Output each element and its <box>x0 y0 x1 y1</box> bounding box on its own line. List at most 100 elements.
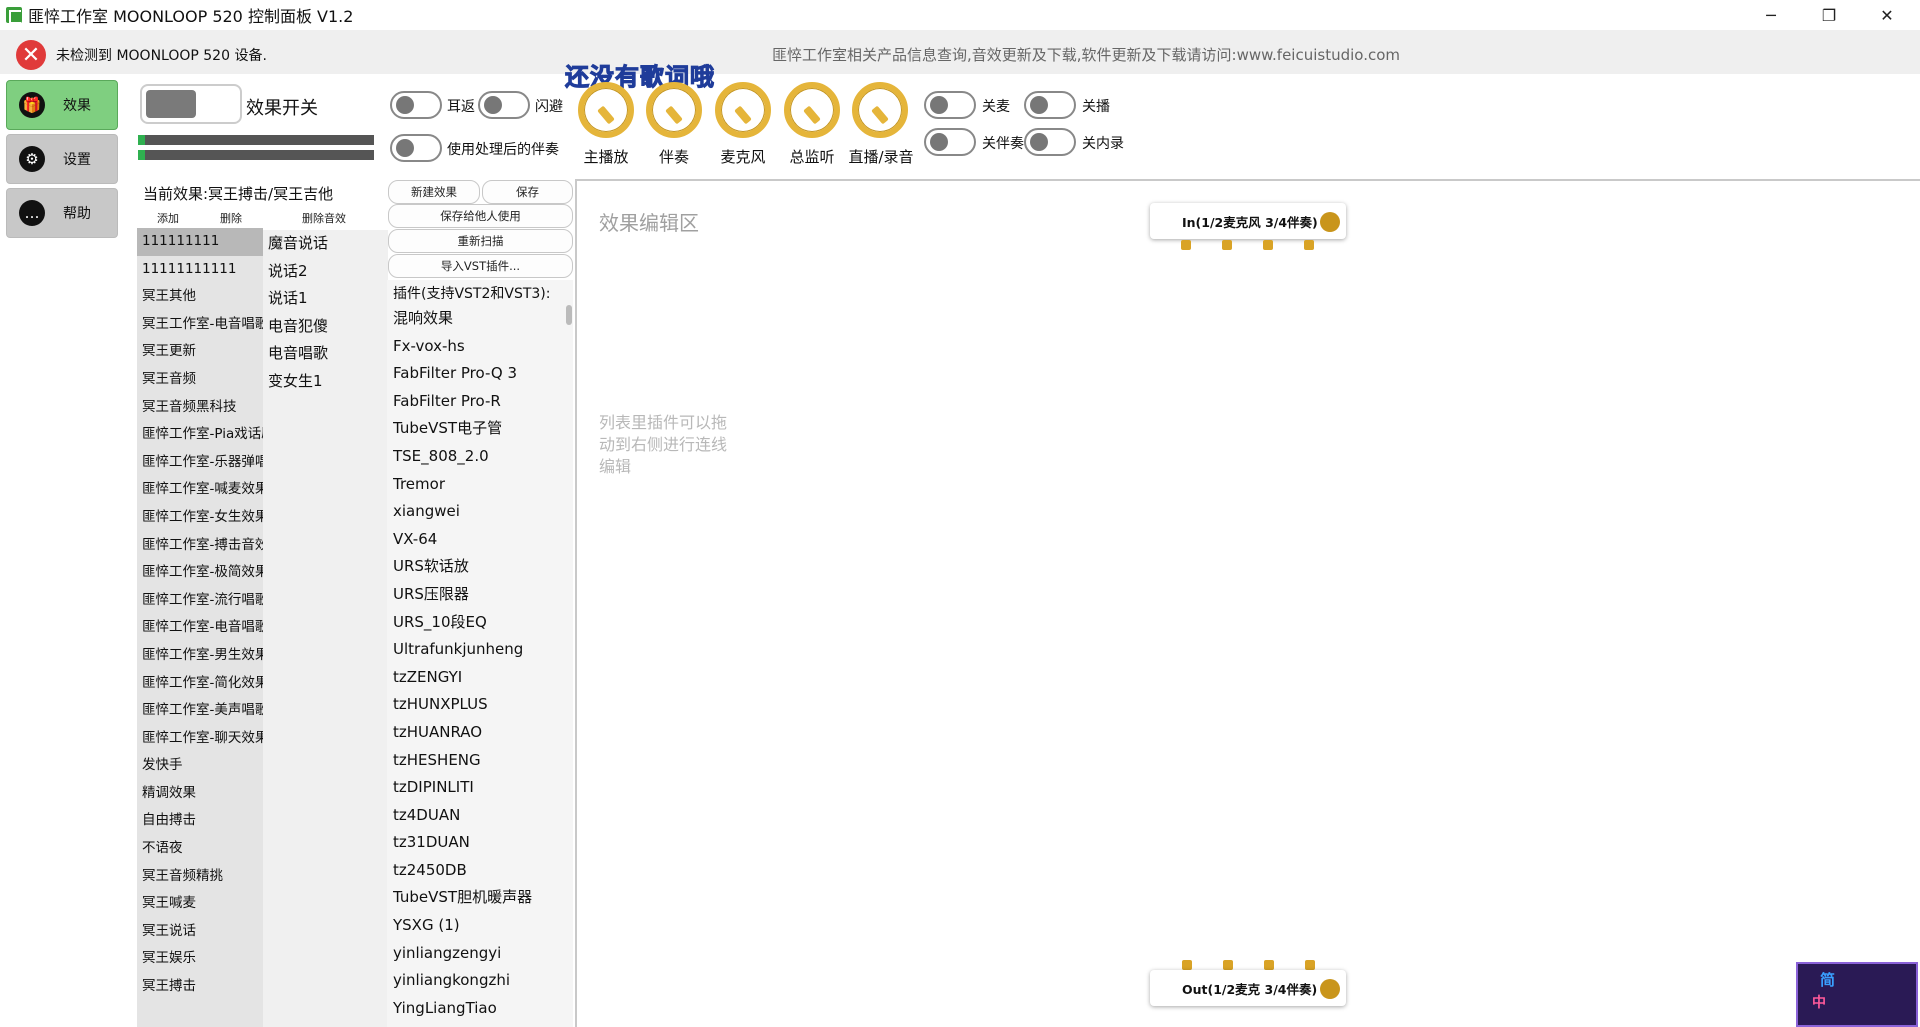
effect-group-item[interactable]: 冥王工作室-电音唱歌 <box>137 311 263 339</box>
output-node-port[interactable] <box>1320 979 1340 999</box>
plugin-item[interactable]: tzHUNXPLUS <box>393 691 561 719</box>
effect-item[interactable]: 电音唱歌 <box>263 340 388 368</box>
input-method-widget[interactable]: 简 中 <box>1796 962 1918 1027</box>
plugin-item[interactable]: URS软话放 <box>393 553 561 581</box>
plugin-item[interactable]: Tremor <box>393 471 561 499</box>
flash-toggle[interactable] <box>478 91 530 119</box>
output-pin-4[interactable] <box>1305 960 1315 970</box>
effect-group-item[interactable]: 不语夜 <box>137 835 263 863</box>
rescan-button[interactable]: 重新扫描 <box>388 229 573 253</box>
effect-group-item[interactable]: 匪悴工作室-喊麦效果 <box>137 476 263 504</box>
plugin-item[interactable]: YingLiangTiao <box>393 995 561 1023</box>
plugin-item[interactable]: tzHUANRAO <box>393 719 561 747</box>
minimize-button[interactable]: ─ <box>1742 0 1800 30</box>
input-node-port[interactable] <box>1320 212 1340 232</box>
plugin-item[interactable]: Fx-vox-hs <box>393 333 561 361</box>
delete-group-button[interactable]: 删除 <box>220 210 242 226</box>
import-vst-button[interactable]: 导入VST插件... <box>388 254 573 278</box>
plugin-item[interactable]: yinliangzengyi <box>393 940 561 968</box>
add-group-button[interactable]: 添加 <box>157 210 179 226</box>
effect-editor-canvas[interactable] <box>575 179 1920 1027</box>
effect-group-item[interactable]: 111111111 <box>137 228 263 256</box>
effect-group-item[interactable]: 精调效果 <box>137 780 263 808</box>
nav-help[interactable]: … 帮助 <box>6 188 118 238</box>
effect-group-item[interactable]: 匪悴工作室-男生效果 <box>137 642 263 670</box>
plugin-item[interactable]: TSE_808_2.0 <box>393 443 561 471</box>
plugin-item[interactable]: tz2450DB <box>393 857 561 885</box>
effect-switch[interactable] <box>140 84 242 124</box>
effect-item[interactable]: 变女生1 <box>263 368 388 396</box>
input-pin-1[interactable] <box>1181 240 1191 250</box>
effect-group-item[interactable]: 匪悴工作室-Pia戏话剧 <box>137 421 263 449</box>
plugin-item[interactable]: FabFilter Pro-R <box>393 388 561 416</box>
output-pin-1[interactable] <box>1182 960 1192 970</box>
effect-group-item[interactable]: 冥王更新 <box>137 338 263 366</box>
plugin-item[interactable]: TubeVST电子管 <box>393 415 561 443</box>
plugin-item[interactable]: VX-64 <box>393 526 561 554</box>
output-pin-3[interactable] <box>1264 960 1274 970</box>
output-node[interactable]: Out(1/2麦克 3/4伴奏) <box>1150 970 1346 1006</box>
knob-microphone[interactable] <box>713 80 773 140</box>
knob-master-monitor[interactable] <box>782 80 842 140</box>
delete-effect-button[interactable]: 删除音效 <box>302 210 346 226</box>
effect-item[interactable]: 电音犯傻 <box>263 313 388 341</box>
input-pin-3[interactable] <box>1263 240 1273 250</box>
effect-group-item[interactable]: 匪悴工作室-聊天效果 <box>137 725 263 753</box>
output-pin-2[interactable] <box>1223 960 1233 970</box>
plugin-item[interactable]: 混响效果 <box>393 305 561 333</box>
effect-group-item[interactable]: 匪悴工作室-电音唱歌 <box>137 614 263 642</box>
new-effect-button[interactable]: 新建效果 <box>388 180 480 204</box>
plugin-item[interactable]: xiangwei <box>393 498 561 526</box>
plugin-item[interactable]: FabFilter Pro-Q 3 <box>393 360 561 388</box>
mute-mic-toggle[interactable] <box>924 91 976 119</box>
effect-group-item[interactable]: 冥王其他 <box>137 283 263 311</box>
use-processed-toggle[interactable] <box>390 134 442 162</box>
mute-backing-toggle[interactable] <box>924 128 976 156</box>
effect-group-item[interactable]: 冥王说话 <box>137 918 263 946</box>
save-button[interactable]: 保存 <box>482 180 573 204</box>
plugin-item[interactable]: YSXG (1) <box>393 912 561 940</box>
effect-group-item[interactable]: 匪悴工作室-搏击音效 <box>137 532 263 560</box>
plugin-item[interactable]: tz31DUAN <box>393 829 561 857</box>
effect-group-item[interactable]: 匪悴工作室-流行唱歌 <box>137 587 263 615</box>
input-pin-2[interactable] <box>1222 240 1232 250</box>
close-button[interactable]: ✕ <box>1858 0 1916 30</box>
effect-item[interactable]: 说话1 <box>263 285 388 313</box>
ear-return-toggle[interactable] <box>390 91 442 119</box>
plugin-item[interactable]: tzDIPINLITI <box>393 774 561 802</box>
effect-group-list[interactable]: 111111111 11111111111 冥王其他 冥王工作室-电音唱歌 冥王更新 冥王… <box>137 228 263 1027</box>
plugin-list[interactable]: 混响效果 Fx-vox-hs FabFilter Pro-Q 3 FabFilter … <box>393 305 561 1022</box>
effect-item[interactable]: 说话2 <box>263 258 388 286</box>
effect-group-item[interactable]: 自由搏击 <box>137 807 263 835</box>
save-for-others-button[interactable]: 保存给他人使用 <box>388 204 573 228</box>
mute-broadcast-toggle[interactable] <box>1024 91 1076 119</box>
plugin-item[interactable]: tzZENGYI <box>393 664 561 692</box>
plugin-item[interactable]: TubeVST胆机暖声器 <box>393 884 561 912</box>
input-pin-4[interactable] <box>1304 240 1314 250</box>
effect-group-item[interactable]: 匪悴工作室-极简效果 <box>137 559 263 587</box>
effect-group-item[interactable]: 冥王喊麦 <box>137 890 263 918</box>
effect-group-item[interactable]: 匪悴工作室-女生效果 <box>137 504 263 532</box>
effect-group-item[interactable]: 匪悴工作室-乐器弹唱 <box>137 449 263 477</box>
nav-settings[interactable]: ⚙ 设置 <box>6 134 118 184</box>
effect-list[interactable]: 魔音说话 说话2 说话1 电音犯傻 电音唱歌 变女生1 <box>263 230 388 1027</box>
effect-group-item[interactable]: 匪悴工作室-简化效果 <box>137 670 263 698</box>
plugin-item[interactable]: yinliangkongzhi <box>393 967 561 995</box>
effect-group-item[interactable]: 冥王音频黑科技 <box>137 394 263 422</box>
plugin-item[interactable]: Ultrafunkjunheng <box>393 636 561 664</box>
mute-internal-toggle[interactable] <box>1024 128 1076 156</box>
effect-group-item[interactable]: 冥王音频 <box>137 366 263 394</box>
restore-button[interactable]: ❐ <box>1800 0 1858 30</box>
effect-group-item[interactable]: 发快手 <box>137 752 263 780</box>
effect-group-item[interactable]: 冥王音频精挑 <box>137 863 263 891</box>
effect-group-item[interactable]: 冥王搏击 <box>137 973 263 1001</box>
knob-main-playback[interactable] <box>576 80 636 140</box>
input-node[interactable]: In(1/2麦克风 3/4伴奏) <box>1150 203 1346 239</box>
plugin-scrollbar[interactable] <box>566 305 572 325</box>
knob-backing[interactable] <box>644 80 704 140</box>
effect-group-item[interactable]: 冥王娱乐 <box>137 945 263 973</box>
nav-effects[interactable]: 🎁 效果 <box>6 80 118 130</box>
effect-group-item[interactable]: 匪悴工作室-美声唱歌 <box>137 697 263 725</box>
plugin-item[interactable]: tz4DUAN <box>393 802 561 830</box>
knob-live-record[interactable] <box>850 80 910 140</box>
